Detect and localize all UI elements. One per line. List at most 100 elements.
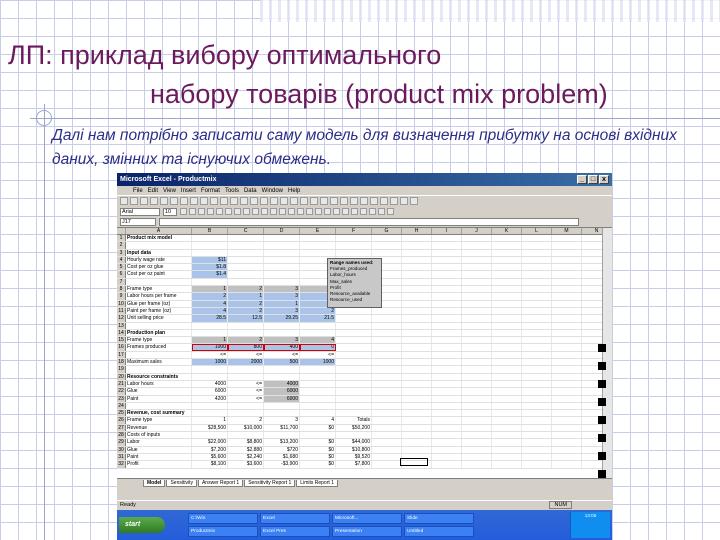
toolbar-button[interactable] [250, 197, 258, 205]
sheet-cell[interactable] [492, 395, 522, 402]
format-button[interactable] [243, 208, 250, 215]
sheet-cell[interactable] [264, 278, 300, 286]
sheet-cell[interactable] [462, 366, 492, 373]
sheet-cell[interactable] [372, 322, 402, 329]
sheet-cell[interactable] [372, 359, 402, 366]
sheet-cell[interactable] [336, 249, 372, 256]
sheet-cell[interactable] [522, 344, 552, 351]
sheet-cell[interactable] [462, 271, 492, 278]
sheet-cell[interactable] [192, 366, 228, 373]
sheet-cell[interactable] [552, 264, 582, 271]
toolbar-button[interactable] [350, 197, 358, 205]
sheet-cell[interactable]: Paint [126, 453, 192, 461]
sheet-cell[interactable] [432, 271, 462, 278]
sheet-cell[interactable] [402, 366, 432, 373]
sheet-cell[interactable] [492, 446, 522, 453]
sheet-cell[interactable] [462, 439, 492, 446]
sheet-cell[interactable]: $7,800 [336, 461, 372, 468]
sheet-cell[interactable] [402, 395, 432, 402]
sheet-cell[interactable] [492, 235, 522, 242]
sheet-cell[interactable] [402, 417, 432, 424]
sheet-cell[interactable]: Cost per oz glue [126, 264, 192, 271]
sheet-cell[interactable] [492, 373, 522, 380]
sheet-cell[interactable] [432, 249, 462, 256]
sheet-cell[interactable] [492, 286, 522, 293]
sheet-cell[interactable] [522, 432, 552, 439]
sheet-cell[interactable] [372, 432, 402, 439]
sheet-cell[interactable] [462, 417, 492, 424]
sheet-cell[interactable]: Cost per oz paint [126, 271, 192, 278]
format-button[interactable] [198, 208, 205, 215]
sheet-cell[interactable] [432, 446, 462, 453]
sheet-cell[interactable] [462, 432, 492, 439]
toolbar-button[interactable] [390, 197, 398, 205]
sheet-cell[interactable] [402, 329, 432, 337]
sheet-cell[interactable] [192, 402, 228, 410]
sheet-cell[interactable] [492, 307, 522, 315]
corner-cell[interactable] [117, 228, 126, 234]
sheet-cell[interactable]: <= [264, 351, 300, 359]
toolbar-button[interactable] [140, 197, 148, 205]
sheet-cell[interactable] [300, 388, 336, 395]
sheet-cell[interactable] [372, 453, 402, 461]
sheet-cell[interactable] [522, 461, 552, 468]
sheet-cell[interactable]: -$3,900 [264, 461, 300, 468]
row-number[interactable]: 29 [117, 439, 126, 446]
toolbar-button[interactable] [270, 197, 278, 205]
sheet-cell[interactable] [300, 410, 336, 417]
sheet-cell[interactable] [336, 395, 372, 402]
sheet-cell[interactable]: Labor [126, 439, 192, 446]
sheet-cell[interactable] [126, 278, 192, 286]
sheet-cell[interactable]: 4 [300, 417, 336, 424]
sheet-cell[interactable] [492, 256, 522, 264]
sheet-cell[interactable] [402, 322, 432, 329]
sheet-cell[interactable] [462, 322, 492, 329]
row-number[interactable]: 25 [117, 410, 126, 417]
sheet-cell[interactable] [462, 242, 492, 249]
sheet-cell[interactable] [372, 307, 402, 315]
sheet-cell[interactable] [522, 439, 552, 446]
sheet-cell[interactable] [462, 264, 492, 271]
sheet-cell[interactable] [372, 446, 402, 453]
sheet-cell[interactable] [552, 300, 582, 307]
name-box[interactable]: J17 [120, 218, 156, 226]
sheet-cell[interactable] [492, 453, 522, 461]
row-number[interactable]: 24 [117, 402, 126, 410]
format-button[interactable] [180, 208, 187, 215]
sheet-cell[interactable] [492, 402, 522, 410]
formula-input[interactable] [159, 218, 579, 226]
sheet-cell[interactable] [552, 461, 582, 468]
sheet-cell[interactable] [192, 322, 228, 329]
sheet-cell[interactable]: Totals [336, 417, 372, 424]
toolbar-button[interactable] [290, 197, 298, 205]
sheet-cell[interactable] [228, 242, 264, 249]
sheet-cell[interactable] [336, 359, 372, 366]
sheet-cell[interactable] [432, 344, 462, 351]
sheet-cell[interactable] [462, 380, 492, 388]
sheet-cell[interactable] [522, 286, 552, 293]
sheet-cell[interactable] [192, 242, 228, 249]
sheet-cell[interactable] [264, 256, 300, 264]
column-header[interactable]: F [336, 228, 372, 234]
sheet-cell[interactable]: 2 [228, 286, 264, 293]
menu-item[interactable]: Data [244, 188, 257, 194]
toolbar-button[interactable] [280, 197, 288, 205]
sheet-cell[interactable] [372, 366, 402, 373]
taskbar-button[interactable]: C:\Win [188, 513, 258, 524]
sheet-cell[interactable] [522, 307, 552, 315]
sheet-cell[interactable] [372, 373, 402, 380]
sheet-cell[interactable] [552, 453, 582, 461]
sheet-cell[interactable]: 500 [264, 359, 300, 366]
sheet-cell[interactable]: <= [228, 380, 264, 388]
sheet-cell[interactable] [522, 446, 552, 453]
row-number[interactable]: 32 [117, 461, 126, 468]
sheet-cell[interactable] [336, 351, 372, 359]
sheet-cell[interactable] [552, 417, 582, 424]
column-header[interactable]: E [300, 228, 336, 234]
taskbar-button[interactable]: Untitled [404, 526, 474, 537]
sheet-cell[interactable] [336, 410, 372, 417]
sheet-cell[interactable] [432, 388, 462, 395]
sheet-cell[interactable] [372, 380, 402, 388]
sheet-cell[interactable] [492, 359, 522, 366]
sheet-cell[interactable]: $0 [300, 446, 336, 453]
